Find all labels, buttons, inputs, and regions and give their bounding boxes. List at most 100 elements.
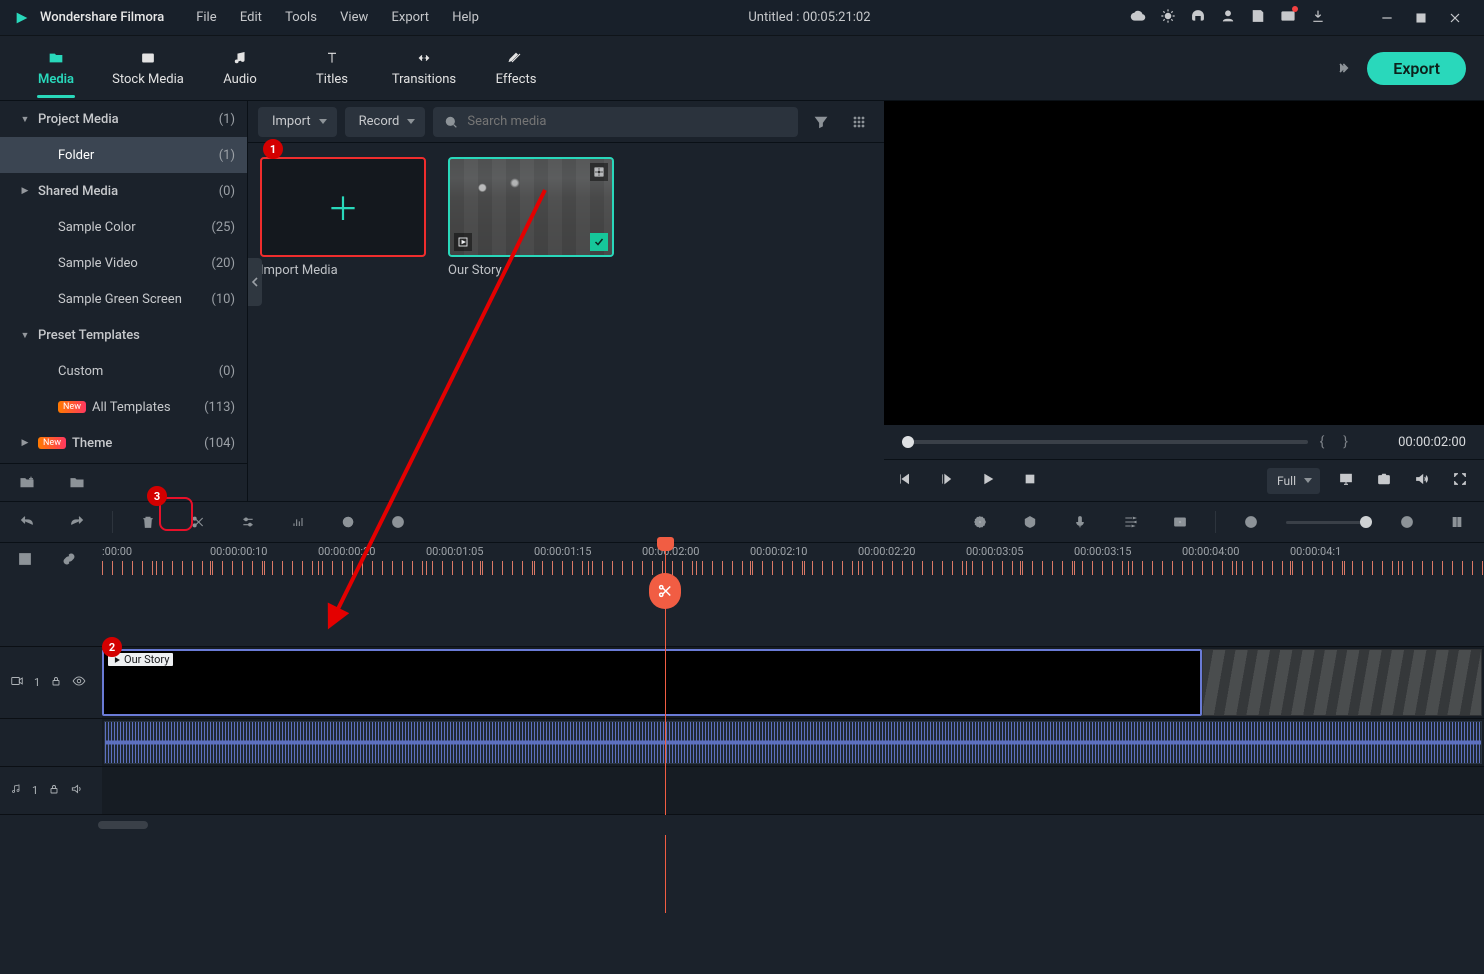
lock-icon[interactable] (48, 783, 60, 798)
redo-button[interactable] (62, 507, 92, 537)
zoom-slider[interactable] (1286, 521, 1372, 524)
speaker-icon[interactable] (70, 782, 84, 799)
project-title: Untitled : 00:05:21:02 (489, 10, 1130, 25)
sidebar-item-folder[interactable]: Folder(1) (0, 137, 247, 173)
search-input[interactable] (467, 114, 788, 129)
tab-titles-label: Titles (316, 72, 348, 87)
adjust-button[interactable] (233, 507, 263, 537)
window-maximize[interactable] (1404, 0, 1438, 36)
video-clip-2[interactable] (1202, 649, 1482, 716)
download-icon[interactable] (1310, 8, 1326, 28)
record-dropdown[interactable]: Record (345, 107, 426, 137)
import-media-label: Import Media (260, 263, 426, 278)
voiceover-icon[interactable] (1065, 507, 1095, 537)
open-folder-button[interactable] (62, 467, 92, 497)
preview-time: 00:00:02:00 (1364, 435, 1466, 450)
sidebar-item-project-media[interactable]: ▼Project Media(1) (0, 101, 247, 137)
tab-media-label: Media (38, 72, 74, 87)
equalizer-button[interactable] (283, 507, 313, 537)
audio-track-icon (10, 783, 22, 798)
timeline-ruler[interactable]: :00:0000:00:00:1000:00:00:2000:00:01:050… (102, 543, 1484, 575)
filter-icon[interactable] (806, 107, 836, 137)
preview-screen[interactable] (884, 101, 1484, 425)
window-close[interactable] (1438, 0, 1472, 36)
tab-effects[interactable]: Effects (470, 50, 562, 87)
zoom-out-button[interactable] (1236, 507, 1266, 537)
search-media[interactable] (433, 107, 798, 137)
tab-transitions-label: Transitions (392, 72, 456, 87)
sidebar-item-shared-media[interactable]: ▶Shared Media(0) (0, 173, 247, 209)
keyframe-icon[interactable] (1165, 507, 1195, 537)
menu-tools[interactable]: Tools (275, 3, 327, 32)
save-icon[interactable] (1250, 8, 1266, 28)
export-button[interactable]: Export (1367, 52, 1466, 85)
visibility-icon[interactable] (72, 674, 86, 691)
fullscreen-icon[interactable] (1452, 471, 1472, 491)
play-button[interactable] (980, 471, 1000, 491)
media-browser: Import Record ＋ Import Media Our Story (248, 101, 884, 501)
tabs-more[interactable] (1317, 53, 1367, 83)
render-icon[interactable] (965, 507, 995, 537)
titlebar: Wondershare Filmora File Edit Tools View… (0, 0, 1484, 36)
snapshot-icon[interactable] (1376, 471, 1396, 491)
track-manager-icon[interactable] (10, 544, 40, 574)
prev-frame-button[interactable] (896, 471, 916, 491)
video-clip[interactable]: Our Story (102, 649, 1202, 716)
check-icon (590, 233, 608, 251)
import-dropdown[interactable]: Import (258, 107, 337, 137)
link-icon[interactable] (54, 544, 84, 574)
sidebar-item-all-templates[interactable]: NewAll Templates(113) (0, 389, 247, 425)
account-icon[interactable] (1220, 8, 1236, 28)
volume-icon[interactable] (1414, 471, 1434, 491)
stop-button[interactable] (1022, 471, 1042, 491)
playhead-split-icon[interactable] (649, 573, 681, 609)
undo-button[interactable] (12, 507, 42, 537)
menu-edit[interactable]: Edit (230, 3, 272, 32)
sidebar-item-custom[interactable]: Custom(0) (0, 353, 247, 389)
playhead[interactable] (665, 543, 666, 913)
preview-panel: { } 00:00:02:00 Full (884, 101, 1484, 501)
support-icon[interactable] (1190, 8, 1206, 28)
mail-icon[interactable] (1280, 8, 1296, 28)
text-template-button[interactable] (383, 507, 413, 537)
annotation-badge-2: 2 (102, 637, 122, 657)
lock-icon[interactable] (50, 675, 62, 690)
sidebar-item-preset-templates[interactable]: ▼Preset Templates (0, 317, 247, 353)
video-track-lane[interactable]: Our Story (102, 647, 1484, 718)
linked-audio-lane[interactable] (102, 719, 1484, 766)
new-folder-button[interactable] (12, 467, 42, 497)
step-button[interactable] (938, 471, 958, 491)
tab-audio[interactable]: Audio (194, 50, 286, 87)
window-minimize[interactable] (1370, 0, 1404, 36)
grid-view-icon[interactable] (844, 107, 874, 137)
color-button[interactable] (333, 507, 363, 537)
marker-icon[interactable] (1015, 507, 1045, 537)
cloud-icon[interactable] (1130, 8, 1146, 28)
timeline-scrollbar[interactable] (0, 815, 1484, 835)
quality-select[interactable]: Full (1267, 468, 1320, 494)
menu-file[interactable]: File (186, 3, 226, 32)
sidebar-collapse-icon[interactable] (248, 258, 262, 306)
zoom-fit-button[interactable] (1442, 507, 1472, 537)
sidebar-item-sample-green-screen[interactable]: Sample Green Screen(10) (0, 281, 247, 317)
tab-transitions[interactable]: Transitions (378, 50, 470, 87)
audio-mixer-icon[interactable] (1115, 507, 1145, 537)
audio-track-lane[interactable] (102, 767, 1484, 814)
tab-stock-media[interactable]: Stock Media (102, 50, 194, 87)
sidebar-item-theme[interactable]: ▶NewTheme(104) (0, 425, 247, 461)
import-media-card[interactable]: ＋ Import Media (260, 157, 426, 278)
plus-icon: ＋ (327, 184, 359, 230)
tab-media[interactable]: Media (10, 50, 102, 87)
tab-titles[interactable]: Titles (286, 50, 378, 87)
sidebar-item-sample-video[interactable]: Sample Video(20) (0, 245, 247, 281)
idea-icon[interactable] (1160, 8, 1176, 28)
sidebar-item-sample-color[interactable]: Sample Color(25) (0, 209, 247, 245)
menu-help[interactable]: Help (442, 3, 489, 32)
zoom-in-button[interactable] (1392, 507, 1422, 537)
seek-bar[interactable] (902, 440, 1308, 444)
brace-icon[interactable]: { } (1320, 434, 1352, 450)
display-icon[interactable] (1338, 471, 1358, 491)
menu-view[interactable]: View (330, 3, 378, 32)
media-clip-card[interactable]: Our Story (448, 157, 614, 278)
menu-export[interactable]: Export (382, 3, 440, 32)
